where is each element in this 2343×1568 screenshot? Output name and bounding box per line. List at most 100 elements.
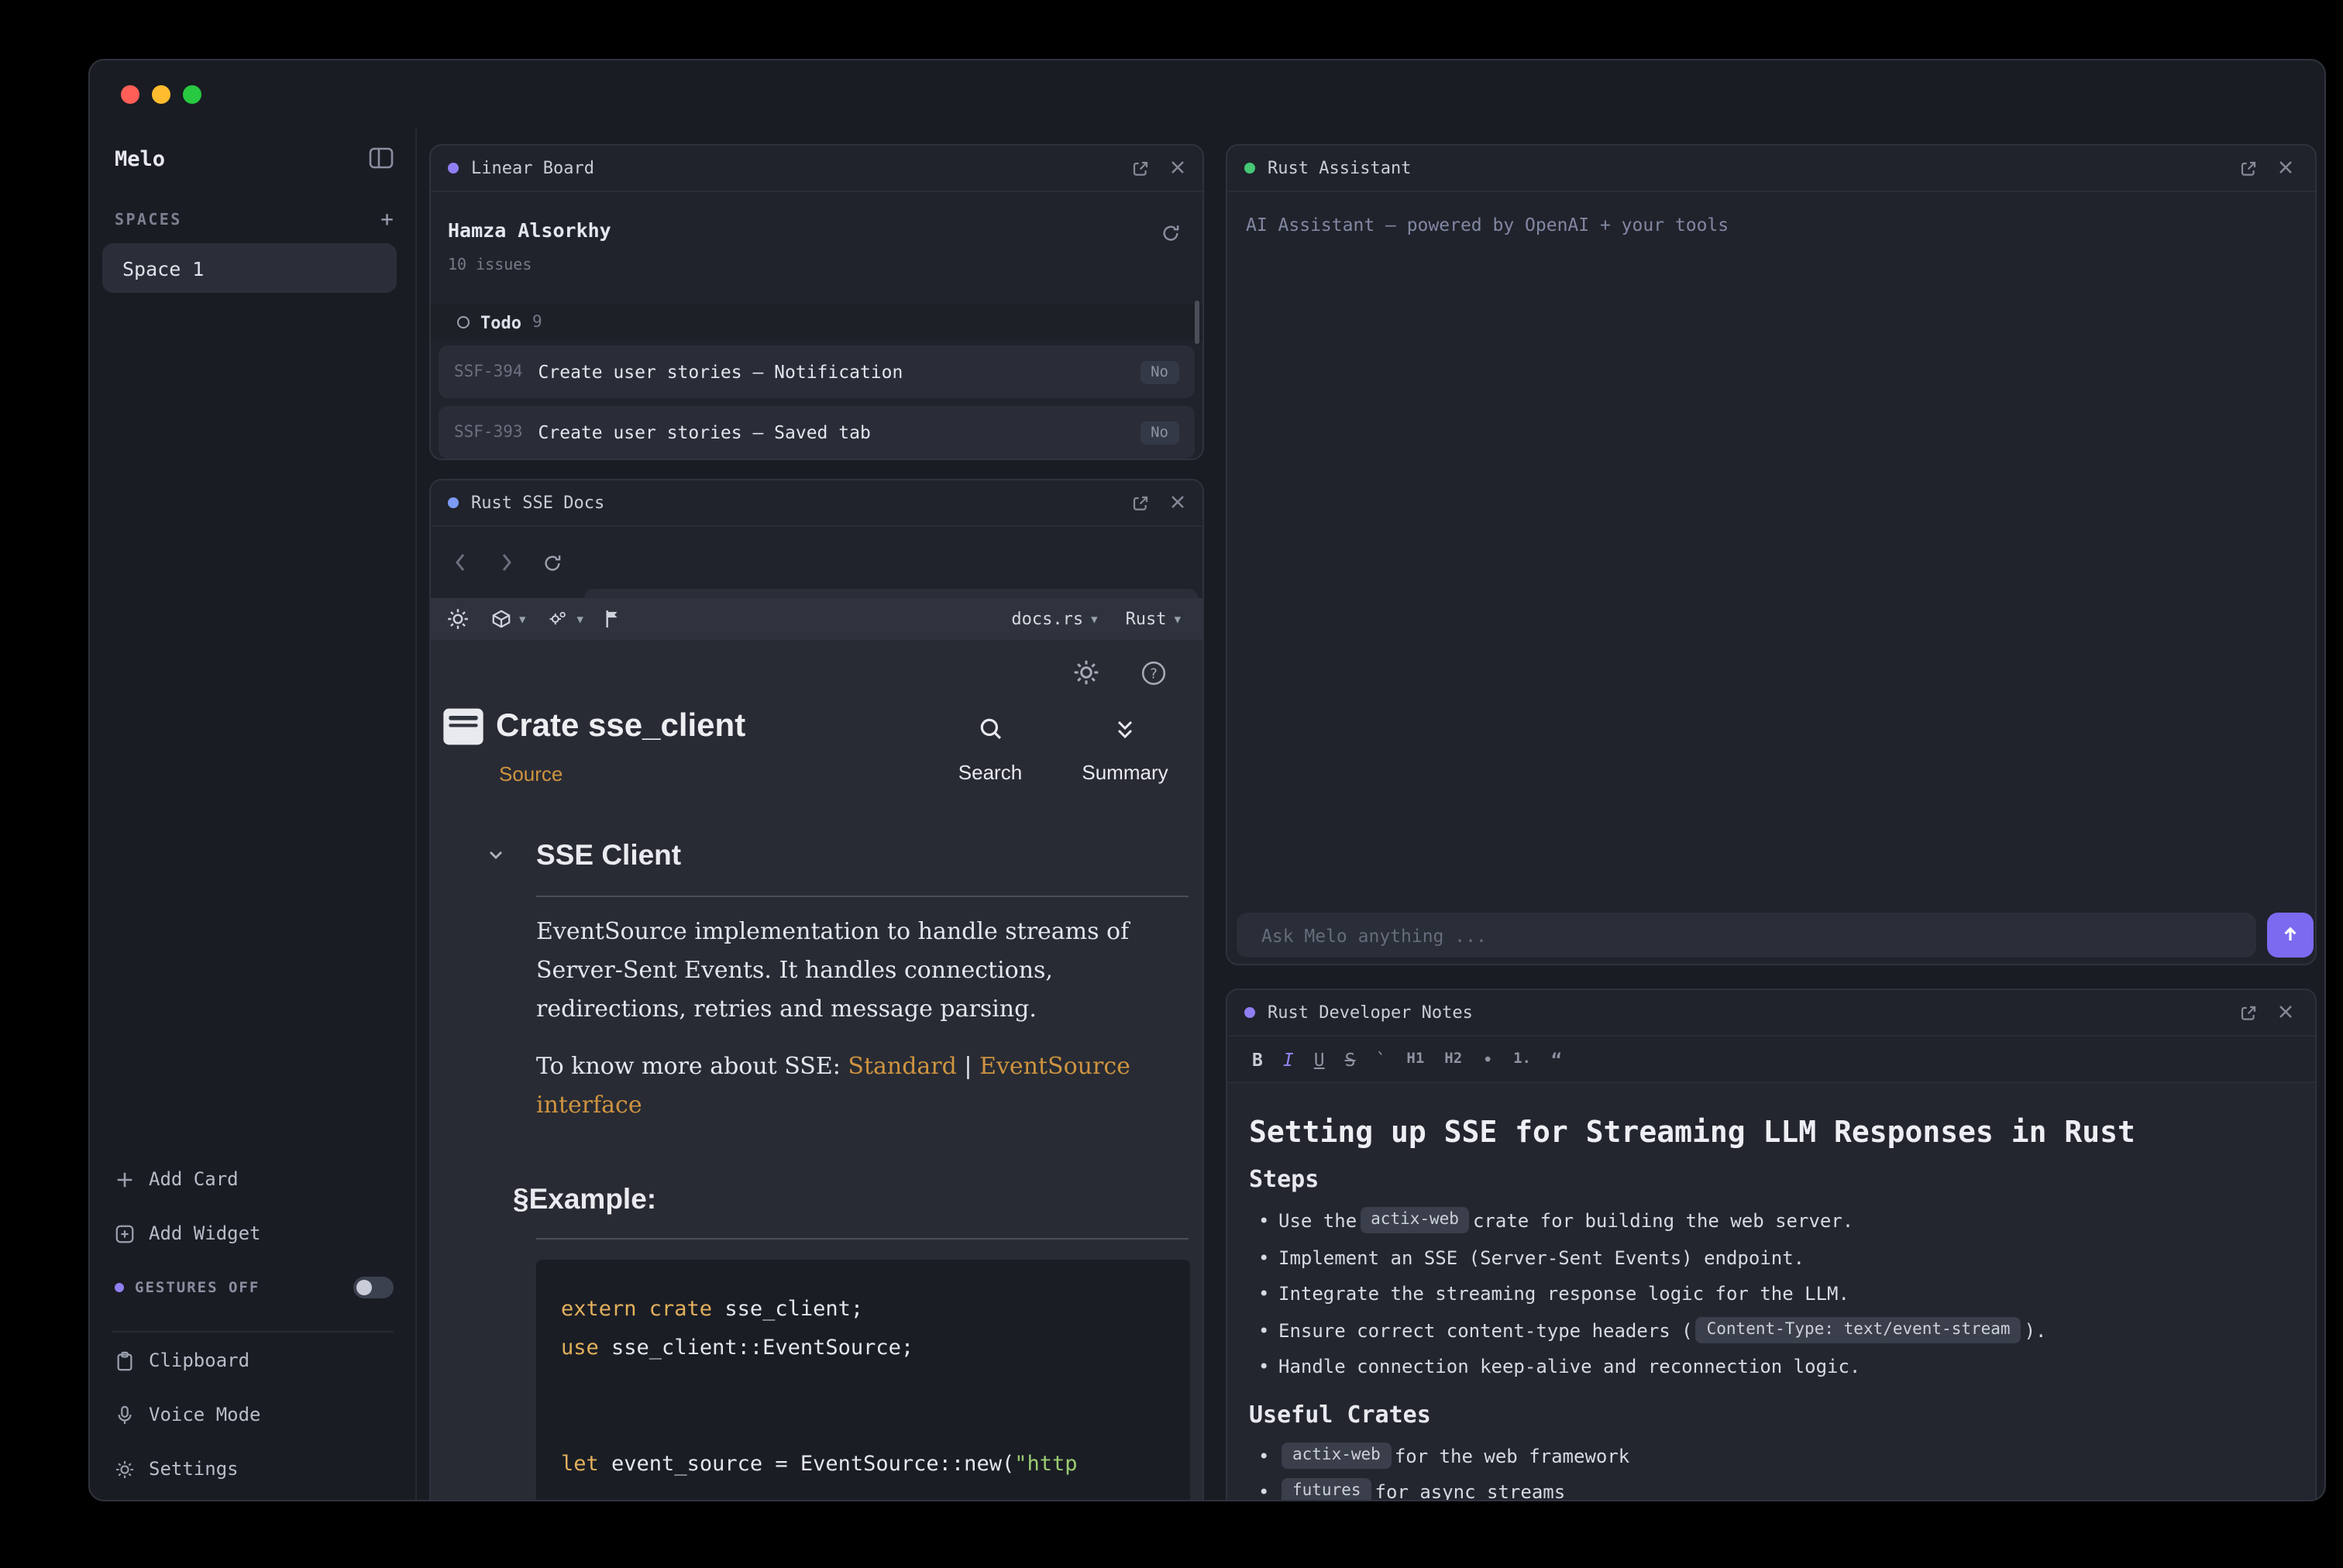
browser-navigation-bar: docs.rs [431, 527, 1202, 598]
search-button[interactable]: Search [928, 716, 1052, 784]
source-link[interactable]: Source [499, 762, 563, 786]
crate-icon [442, 707, 485, 747]
inline-code-button[interactable]: ` [1376, 1048, 1387, 1070]
italic-button[interactable]: I [1283, 1048, 1294, 1070]
issue-title: Create user stories — Saved tab [538, 421, 871, 443]
add-card-button[interactable]: Add Card [115, 1164, 394, 1195]
crate-description: EventSource implementation to handle str… [536, 913, 1193, 1029]
flag-icon[interactable] [605, 609, 622, 629]
heading2-button[interactable]: H2 [1444, 1050, 1462, 1068]
divider [536, 1238, 1189, 1240]
close-icon[interactable] [1170, 493, 1185, 512]
card-color-dot [448, 497, 459, 508]
spaces-header: SPACES + [115, 208, 394, 232]
bullet-marker: • [1258, 1475, 1278, 1501]
issue-badge: No [1140, 360, 1179, 383]
card-color-dot [1244, 163, 1255, 174]
close-icon[interactable] [2278, 1003, 2293, 1022]
open-external-icon[interactable] [1131, 159, 1150, 177]
code-string: "http [1014, 1452, 1077, 1477]
send-button[interactable] [2267, 913, 2314, 958]
docs-settings-icon[interactable] [1072, 658, 1100, 686]
bullet-list-button[interactable]: • [1482, 1048, 1493, 1070]
traffic-lights [121, 85, 201, 104]
inline-code: futures [1282, 1478, 1372, 1501]
docs-page: ? Crate sse_client Source Search [431, 640, 1202, 1501]
add-widget-button[interactable]: Add Widget [115, 1218, 394, 1249]
sidebar-toggle-icon[interactable] [369, 145, 394, 174]
steps-list: •Use the actix-web crate for building th… [1249, 1204, 2290, 1386]
reload-icon[interactable] [542, 552, 563, 573]
close-window-button[interactable] [121, 85, 139, 104]
back-icon[interactable] [454, 553, 466, 572]
bold-button[interactable]: B [1252, 1048, 1263, 1070]
bullet-marker: • [1258, 1350, 1278, 1386]
close-icon[interactable] [2278, 159, 2293, 177]
notes-editor[interactable]: Setting up SSE for Streaming LLM Respons… [1227, 1083, 2315, 1501]
arrow-up-icon [2281, 920, 2300, 950]
chat-input[interactable] [1237, 913, 2256, 958]
collapse-chevron-icon[interactable] [487, 846, 505, 865]
docs-site-toolbar: ▼ ▼ docs.rs ▼ [431, 598, 1202, 640]
heading1-button[interactable]: H1 [1406, 1050, 1424, 1068]
open-external-icon[interactable] [2239, 159, 2258, 177]
scrollbar-thumb[interactable] [1195, 301, 1199, 344]
summary-button[interactable]: Summary [1063, 717, 1187, 784]
close-icon[interactable] [1170, 159, 1185, 177]
forward-icon[interactable] [501, 553, 513, 572]
formatting-toolbar: B I U S ` H1 H2 • 1. “ [1227, 1037, 2315, 1083]
gestures-row: GESTURES OFF [115, 1275, 394, 1300]
code-line-blank [561, 1368, 1165, 1407]
todo-group-header[interactable]: Todo 9 [431, 304, 1202, 341]
numbered-list-button[interactable]: 1. [1513, 1050, 1531, 1068]
tools-menu-button[interactable]: ▼ [547, 609, 583, 629]
rust-logo-icon[interactable] [446, 607, 470, 631]
sse-docs-header[interactable]: Rust SSE Docs [431, 480, 1202, 527]
standard-link[interactable]: Standard [848, 1052, 956, 1080]
strikethrough-button[interactable]: S [1345, 1048, 1356, 1070]
space-item-label: Space 1 [122, 256, 204, 280]
add-widget-label: Add Widget [149, 1222, 261, 1244]
open-external-icon[interactable] [1131, 493, 1150, 512]
group-name: Todo [480, 312, 521, 332]
assistant-header[interactable]: Rust Assistant [1227, 146, 2315, 192]
code-line: let event_source = EventSource::new("htt… [561, 1446, 1165, 1484]
issue-row[interactable]: SSF-394 Create user stories — Notificati… [439, 346, 1195, 398]
minimize-window-button[interactable] [152, 85, 170, 104]
double-chevron-down-icon [1113, 717, 1137, 742]
assistant-subtitle: AI Assistant — powered by OpenAI + your … [1246, 214, 1729, 236]
issue-row[interactable]: SSF-393 Create user stories — Saved tab … [439, 406, 1195, 459]
titlebar[interactable] [90, 60, 2324, 129]
inline-code: Content-Type: text/event-stream [1696, 1316, 2021, 1343]
language-select[interactable]: Rust ▼ [1126, 609, 1181, 629]
zoom-window-button[interactable] [183, 85, 201, 104]
gestures-toggle[interactable] [353, 1277, 394, 1298]
crate-select[interactable]: docs.rs ▼ [1011, 609, 1097, 629]
section-title: SSE Client [536, 838, 681, 872]
open-external-icon[interactable] [2239, 1003, 2258, 1022]
sidebar-item-space-1[interactable]: Space 1 [102, 243, 397, 293]
code-keyword: let [561, 1452, 599, 1477]
section-mark[interactable]: § [513, 1182, 529, 1215]
note-section-heading: Steps [1249, 1165, 2290, 1193]
list-item: •Integrate the streaming response logic … [1249, 1277, 2290, 1313]
clipboard-menu-item[interactable]: Clipboard [115, 1345, 394, 1376]
settings-menu-item[interactable]: Settings [115, 1453, 394, 1484]
package-menu-button[interactable]: ▼ [491, 609, 525, 629]
card-color-dot [448, 163, 459, 174]
chevron-down-icon: ▼ [519, 613, 525, 625]
list-item: •Handle connection keep-alive and reconn… [1249, 1350, 2290, 1386]
quote-button[interactable]: “ [1551, 1048, 1562, 1070]
refresh-icon[interactable] [1161, 220, 1181, 249]
notes-header[interactable]: Rust Developer Notes [1227, 990, 2315, 1037]
code-line-blank [561, 1407, 1165, 1446]
code-line: extern crate sse_client; [561, 1291, 1165, 1329]
linear-board-header[interactable]: Linear Board [431, 146, 1202, 192]
help-icon[interactable]: ? [1141, 660, 1167, 686]
voice-mode-menu-item[interactable]: Voice Mode [115, 1399, 394, 1430]
add-space-button[interactable]: + [380, 209, 394, 231]
code-text: event_source = EventSource::new( [599, 1452, 1014, 1477]
sidebar-divider [112, 1331, 394, 1332]
underline-button[interactable]: U [1314, 1048, 1325, 1070]
app-title: Melo [115, 147, 165, 172]
